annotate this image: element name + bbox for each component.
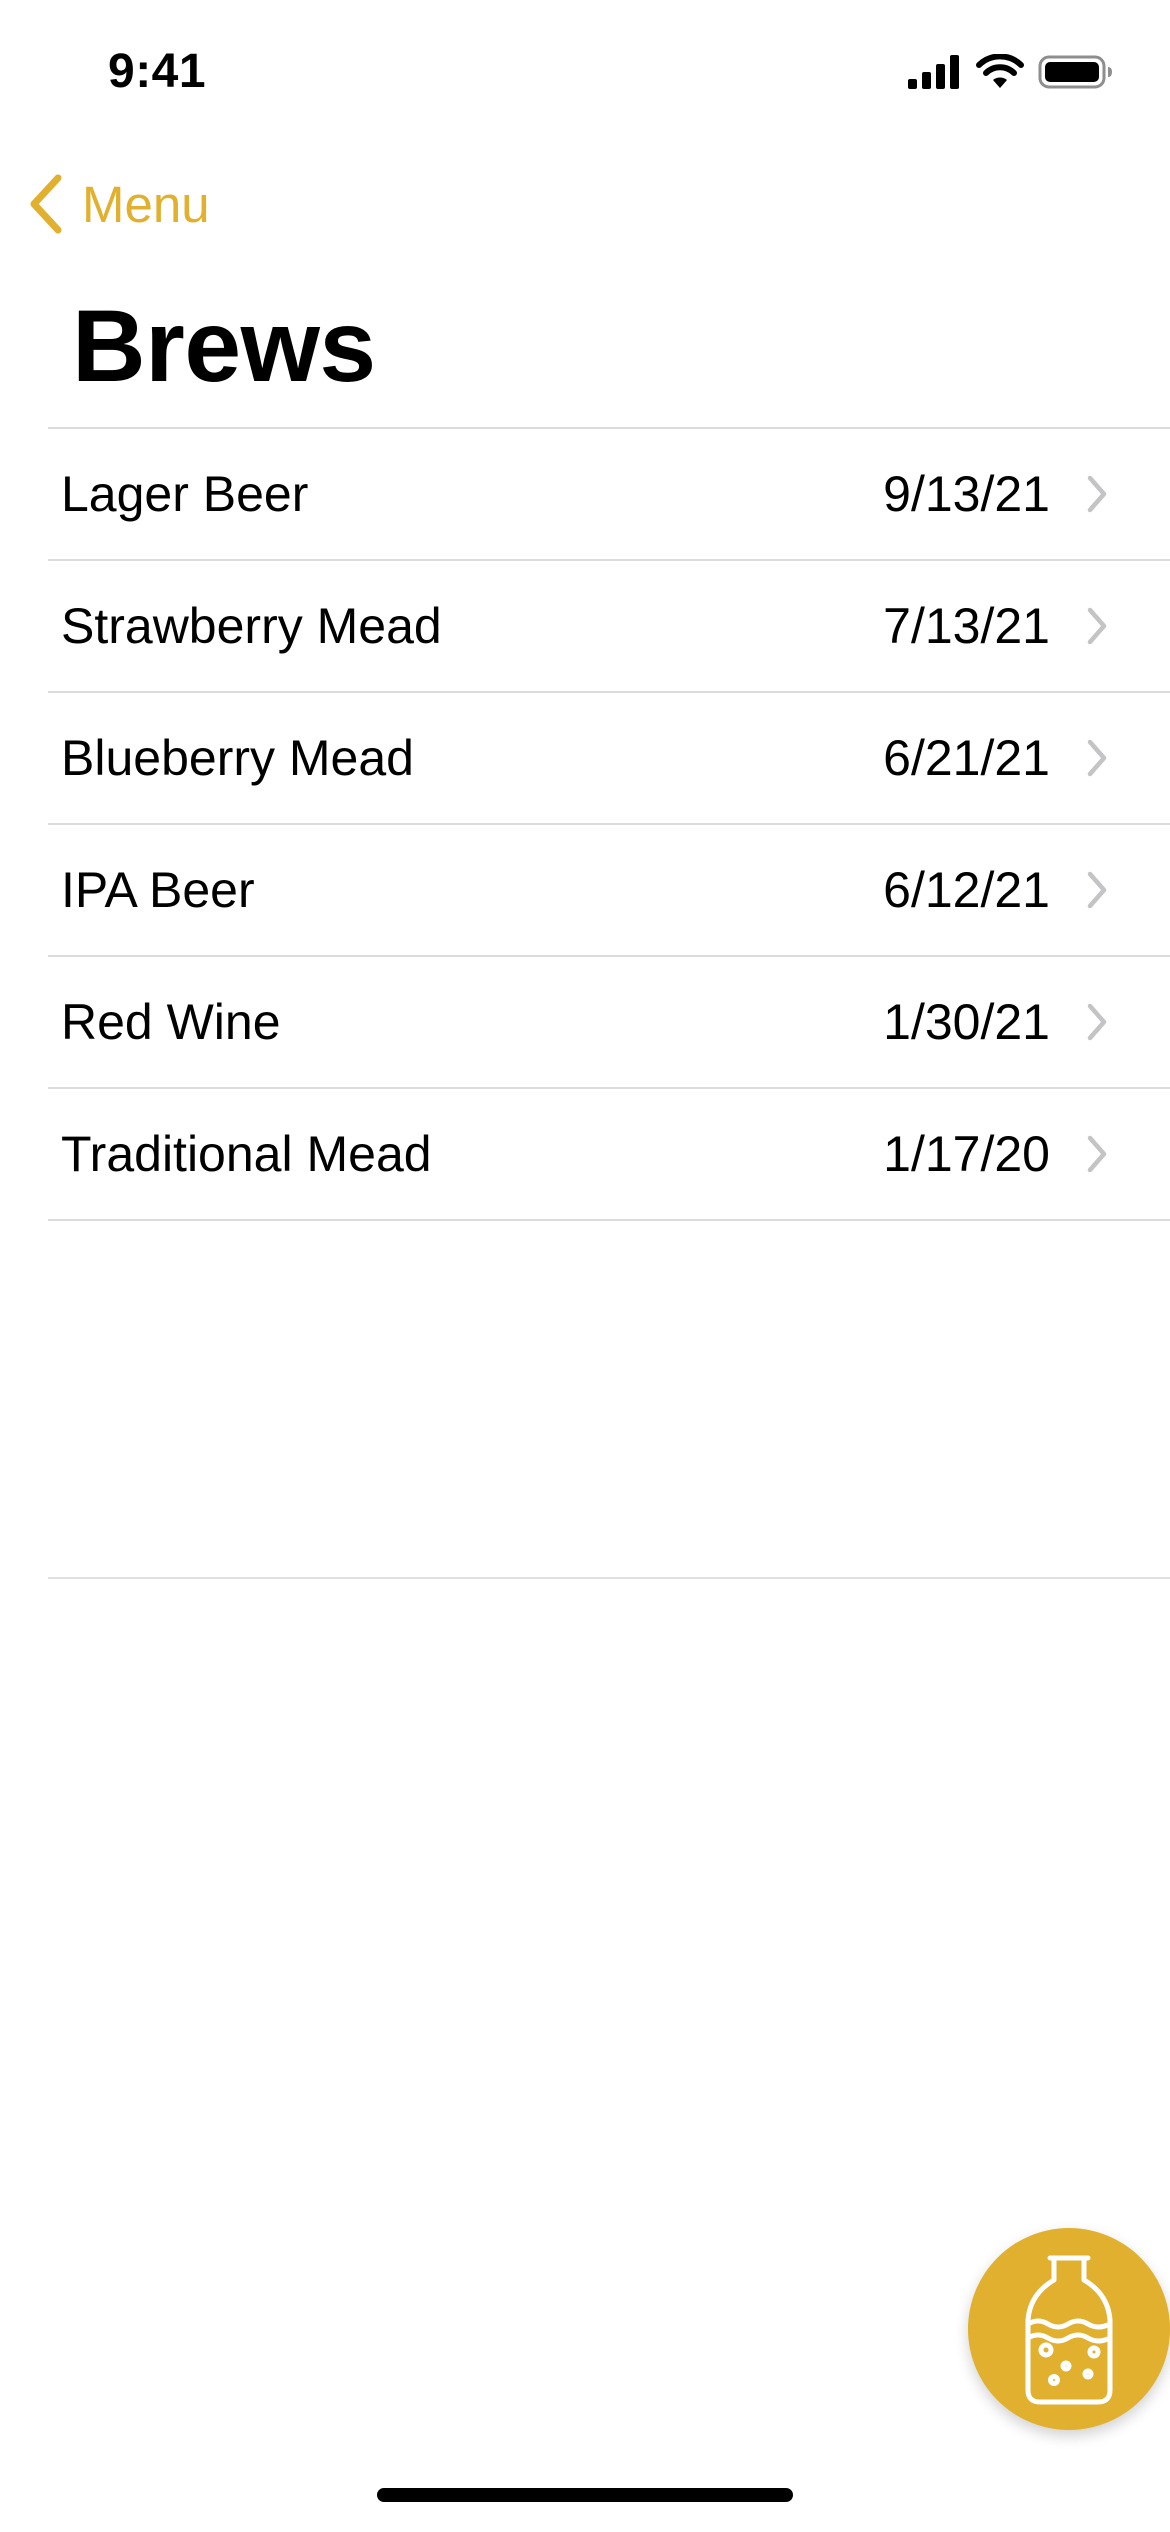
status-icons [908,54,1114,90]
brew-row[interactable]: Red Wine 1/30/21 [48,957,1170,1089]
brew-date: 6/21/21 [883,730,1050,786]
brew-date: 1/30/21 [883,994,1050,1050]
divider [48,1577,1170,1579]
brew-name: Lager Beer [61,466,309,522]
back-label: Menu [82,175,210,233]
home-indicator [377,2488,793,2502]
chevron-right-icon [1087,739,1107,777]
wifi-icon [976,54,1024,88]
brew-name: Red Wine [61,994,281,1050]
brew-date: 7/13/21 [883,598,1050,654]
carboy-bottle-icon [1025,2255,1113,2405]
brew-name: Blueberry Mead [61,730,414,786]
page-title: Brews [72,289,376,403]
new-brew-button[interactable] [968,2228,1170,2430]
cellular-signal-icon [908,55,959,89]
brew-row[interactable]: Blueberry Mead 6/21/21 [48,693,1170,825]
chevron-right-icon [1087,1135,1107,1173]
brew-name: IPA Beer [61,862,255,918]
brew-row[interactable]: Lager Beer 9/13/21 [48,429,1170,561]
brew-row[interactable]: IPA Beer 6/12/21 [48,825,1170,957]
brew-date: 1/17/20 [883,1126,1050,1182]
status-time: 9:41 [108,45,207,98]
brew-row[interactable]: Strawberry Mead 7/13/21 [48,561,1170,693]
back-button[interactable]: Menu [24,172,210,236]
chevron-right-icon [1087,1003,1107,1041]
brew-name: Strawberry Mead [61,598,442,654]
brew-date: 9/13/21 [883,466,1050,522]
chevron-right-icon [1087,607,1107,645]
battery-icon [1038,55,1112,89]
chevron-right-icon [1087,475,1107,513]
chevron-right-icon [1087,871,1107,909]
brew-date: 6/12/21 [883,862,1050,918]
brew-list: Lager Beer 9/13/21 Strawberry Mead 7/13/21 B… [48,427,1170,1221]
status-bar: 9:41 [0,0,1170,140]
chevron-left-icon [30,174,62,234]
brew-row[interactable]: Traditional Mead 1/17/20 [48,1089,1170,1221]
brew-name: Traditional Mead [61,1126,432,1182]
